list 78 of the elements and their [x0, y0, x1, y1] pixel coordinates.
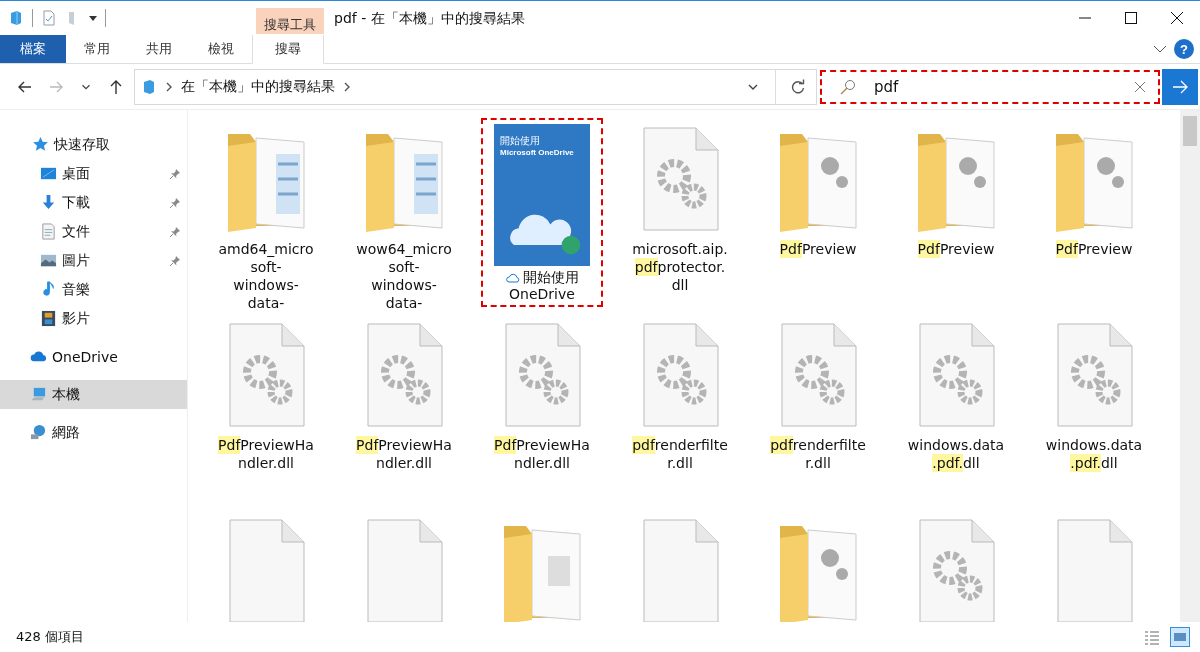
search-field[interactable]: pdf [820, 69, 1160, 104]
right-arrow-icon [1172, 78, 1188, 95]
pin-icon[interactable] [169, 225, 181, 238]
pin-icon[interactable] [169, 254, 181, 267]
file-name: PdfPreview [779, 240, 857, 258]
sidebar-item[interactable]: OneDrive [0, 342, 187, 371]
file-item[interactable]: windows.data .pdf.dll [1035, 316, 1153, 474]
properties-icon[interactable] [41, 10, 57, 26]
address-path[interactable]: 在「本機」中的搜尋結果 [181, 77, 335, 96]
file-item[interactable]: pdfrenderfilte r.dll [759, 316, 877, 474]
file-name: pdfrenderfilte r.dll [632, 436, 728, 472]
item-count: 428 個項目 [16, 628, 84, 646]
file-name: PdfPreviewHa ndler.dll [218, 436, 314, 472]
file-item[interactable]: wow64_micro soft- windows- data- [345, 120, 463, 314]
file-name: PdfPreviewHa ndler.dll [494, 436, 590, 472]
file-name: amd64_micro soft- windows- data- [218, 240, 314, 312]
file-item[interactable]: amd64_micro soft- windows- data- [207, 120, 325, 314]
computer-icon [30, 386, 47, 403]
file-item[interactable]: PdfPreviewHa ndler.dll [483, 316, 601, 474]
ribbon-tab[interactable]: 常用 [66, 35, 128, 63]
sidebar-item[interactable]: 下載 [0, 188, 187, 217]
document-thumbnail: 開始使用 Microsoft OneDrive [494, 124, 590, 266]
file-item[interactable]: pdfrenderfilte r.dll [621, 316, 739, 474]
ribbon-tab[interactable]: 搜尋 [252, 35, 324, 64]
music-note-icon [40, 281, 57, 298]
film-icon [40, 310, 57, 327]
file-name: wow64_micro soft- windows- data- [356, 240, 452, 312]
chevron-right-icon[interactable] [165, 80, 173, 93]
sidebar-item[interactable]: 網路 [0, 418, 187, 447]
sidebar-item[interactable]: 本機 [0, 380, 187, 409]
scrollbar-thumb[interactable] [1183, 116, 1197, 146]
document-icon [40, 223, 57, 240]
sidebar-item[interactable]: 圖片 [0, 246, 187, 275]
file-item[interactable]: windows.data .pdf.dll [897, 316, 1015, 474]
file-item[interactable]: PdfPreviewHa ndler.dll [207, 316, 325, 474]
file-name: windows.data .pdf.dll [1045, 436, 1143, 472]
sidebar-item[interactable]: 文件 [0, 217, 187, 246]
address-bar[interactable]: 在「本機」中的搜尋結果 [134, 68, 817, 105]
file-tab[interactable]: 檔案 [0, 35, 66, 63]
pin-icon[interactable] [169, 167, 181, 180]
sidebar-item[interactable]: 影片 [0, 304, 187, 333]
refresh-icon[interactable] [790, 78, 806, 95]
file-item[interactable]: 開始使用 Microsoft OneDrive 開始使用 OneDrive [483, 120, 601, 305]
ribbon-tab[interactable]: 檢視 [190, 35, 252, 63]
picture-icon [40, 252, 57, 269]
file-name: 開始使用 OneDrive [505, 269, 579, 303]
file-item[interactable]: PdfPreview [897, 120, 1015, 260]
sidebar-item[interactable]: 桌面 [0, 159, 187, 188]
scrollbar[interactable] [1180, 110, 1200, 622]
chevron-right-icon[interactable] [343, 80, 351, 93]
file-name: PdfPreview [1055, 240, 1133, 258]
sidebar-item[interactable]: 音樂 [0, 275, 187, 304]
star-icon [32, 136, 49, 153]
details-view-icon[interactable] [1144, 629, 1160, 645]
clear-icon[interactable] [1134, 80, 1146, 93]
help-button[interactable]: ? [1174, 39, 1194, 59]
file-item[interactable]: PdfPreviewHa ndler.dll [345, 316, 463, 474]
search-icon [840, 78, 856, 95]
search-go-button[interactable] [1162, 68, 1198, 105]
ribbon-tab[interactable]: 共用 [128, 35, 190, 63]
explorer-icon[interactable] [8, 10, 24, 26]
window-title: pdf - 在「本機」中的搜尋結果 [333, 9, 526, 28]
file-name: PdfPreviewHa ndler.dll [356, 436, 452, 472]
file-item[interactable]: PdfPreview [1035, 120, 1153, 260]
sidebar-item[interactable]: 快速存取 [0, 130, 187, 159]
file-name: windows.data .pdf.dll [907, 436, 1005, 472]
file-name: pdfrenderfilte r.dll [770, 436, 866, 472]
context-tab-group: 搜尋工具 [256, 8, 324, 34]
pin-icon[interactable] [169, 196, 181, 209]
globe-icon [30, 424, 47, 441]
dropdown-icon[interactable] [89, 14, 97, 22]
computer-icon [141, 78, 157, 95]
desktop-icon [40, 165, 57, 182]
file-item[interactable]: microsoft.aip. pdfprotector. dll [621, 120, 739, 296]
file-name: microsoft.aip. pdfprotector. dll [632, 240, 728, 294]
file-name: PdfPreview [917, 240, 995, 258]
file-item[interactable]: PdfPreview [759, 120, 877, 260]
large-icons-view-icon[interactable] [1170, 627, 1190, 647]
